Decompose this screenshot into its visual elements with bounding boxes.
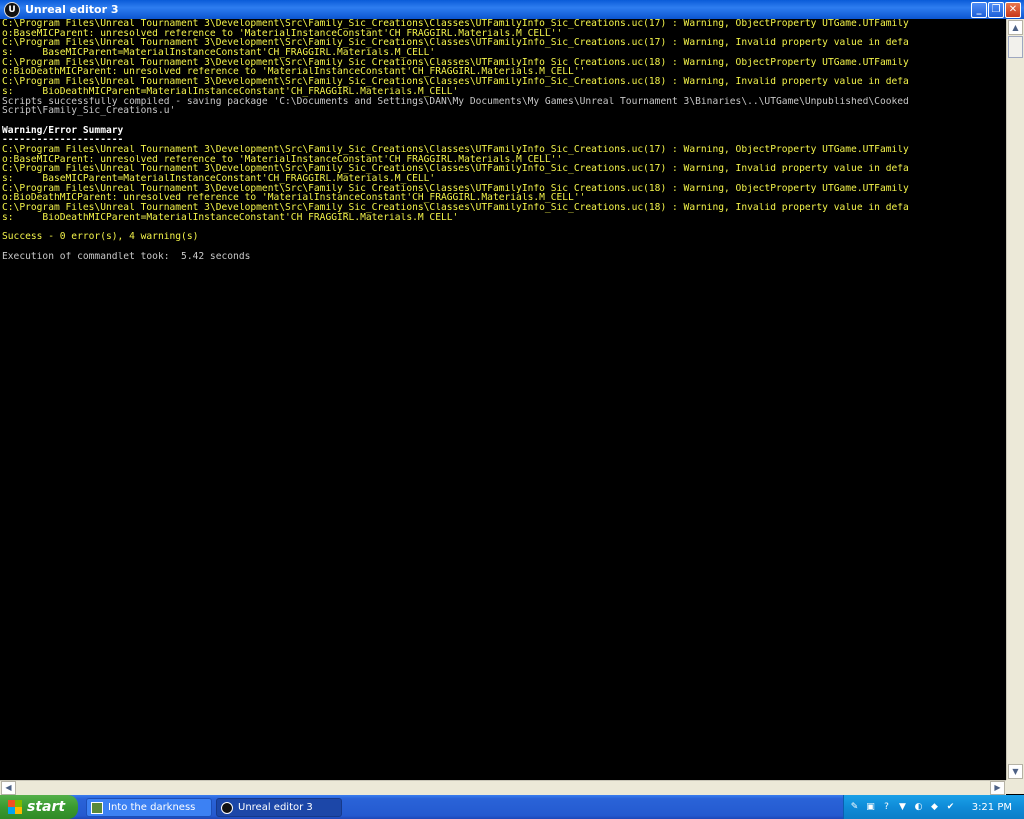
- start-label: start: [27, 799, 66, 815]
- console-line: o:BioDeathMICParent: unresolved referenc…: [2, 67, 586, 78]
- tray-security-icon[interactable]: ✔: [945, 802, 956, 813]
- window-titlebar[interactable]: U Unreal editor 3 _ ❐ ✕: [0, 0, 1024, 19]
- console-line: C:\Program Files\Unreal Tournament 3\Dev…: [2, 77, 909, 87]
- scroll-down-arrow-icon[interactable]: ▼: [1008, 764, 1023, 779]
- console-line: Script\Family_Sic_Creations.u': [2, 106, 176, 116]
- tray-display-icon[interactable]: ◆: [929, 802, 940, 813]
- console-line: o:BaseMICParent: unresolved reference to…: [2, 28, 563, 39]
- taskbar: start Into the darkness Unreal editor 3 …: [0, 795, 1024, 819]
- scrollbar-thumb[interactable]: [1008, 36, 1023, 58]
- unreal-app-icon[interactable]: U: [4, 1, 20, 18]
- folder-icon: [91, 801, 103, 814]
- taskbar-item-unreal-editor[interactable]: Unreal editor 3: [216, 798, 342, 817]
- console-line: s: BaseMICParent=MaterialInstanceConstan…: [2, 174, 436, 184]
- system-tray: ✎ ▣ ? ▼ ◐ ◆ ✔ 3:21 PM: [843, 795, 1024, 819]
- console-line: s: BioDeathMICParent=MaterialInstanceCon…: [2, 86, 459, 97]
- scrollbar-corner: [1006, 780, 1024, 794]
- console-line: ---------------------: [2, 135, 124, 145]
- console-line: s: BioDeathMICParent=MaterialInstanceCon…: [2, 212, 459, 223]
- console-line: C:\Program Files\Unreal Tournament 3\Dev…: [2, 203, 909, 213]
- horizontal-scrollbar[interactable]: ◀ ▶: [0, 780, 1006, 795]
- console-line: Execution of commandlet took: 5.42 secon…: [2, 251, 251, 262]
- close-button[interactable]: ✕: [1005, 2, 1021, 18]
- scroll-left-arrow-icon[interactable]: ◀: [1, 781, 16, 795]
- console-line: s: BaseMICParent=MaterialInstanceConstan…: [2, 48, 436, 58]
- clock: 3:21 PM: [971, 801, 1012, 813]
- window-title: Unreal editor 3: [25, 3, 119, 16]
- console-line: C:\Program Files\Unreal Tournament 3\Dev…: [2, 144, 909, 155]
- minimize-button[interactable]: _: [971, 2, 987, 18]
- tray-volume-icon[interactable]: ◐: [913, 802, 924, 813]
- unreal-icon: [221, 801, 233, 814]
- console-line: o:BioDeathMICParent: unresolved referenc…: [2, 193, 586, 204]
- console-line: Success - 0 error(s), 4 warning(s): [2, 232, 199, 242]
- console-line: C:\Program Files\Unreal Tournament 3\Dev…: [2, 164, 909, 174]
- scroll-right-arrow-icon[interactable]: ▶: [990, 781, 1005, 795]
- start-button[interactable]: start: [0, 795, 78, 819]
- console-line: C:\Program Files\Unreal Tournament 3\Dev…: [2, 19, 909, 29]
- restore-button[interactable]: ❐: [988, 2, 1004, 18]
- tray-help-icon[interactable]: ?: [881, 802, 892, 813]
- console-line: C:\Program Files\Unreal Tournament 3\Dev…: [2, 57, 909, 68]
- console-output[interactable]: C:\Program Files\Unreal Tournament 3\Dev…: [0, 19, 1006, 780]
- window-controls: _ ❐ ✕: [971, 2, 1021, 18]
- tray-shield-icon[interactable]: ▼: [897, 802, 908, 813]
- console-line: Warning/Error Summary: [2, 125, 124, 136]
- windows-logo-icon: [8, 800, 22, 814]
- console-line: o:BaseMICParent: unresolved reference to…: [2, 154, 563, 165]
- console-line: C:\Program Files\Unreal Tournament 3\Dev…: [2, 38, 909, 49]
- console-line: Scripts successfully compiled - saving p…: [2, 96, 909, 107]
- tray-network-icon[interactable]: ▣: [865, 802, 876, 813]
- vertical-scrollbar[interactable]: ▲ ▼: [1006, 19, 1024, 780]
- taskbar-item-into-the-darkness[interactable]: Into the darkness: [86, 798, 212, 817]
- taskbar-item-label: Into the darkness: [108, 802, 196, 813]
- scroll-up-arrow-icon[interactable]: ▲: [1008, 20, 1023, 35]
- taskbar-item-label: Unreal editor 3: [238, 802, 313, 813]
- console-line: C:\Program Files\Unreal Tournament 3\Dev…: [2, 183, 909, 194]
- tray-tool-icon[interactable]: ✎: [849, 802, 860, 813]
